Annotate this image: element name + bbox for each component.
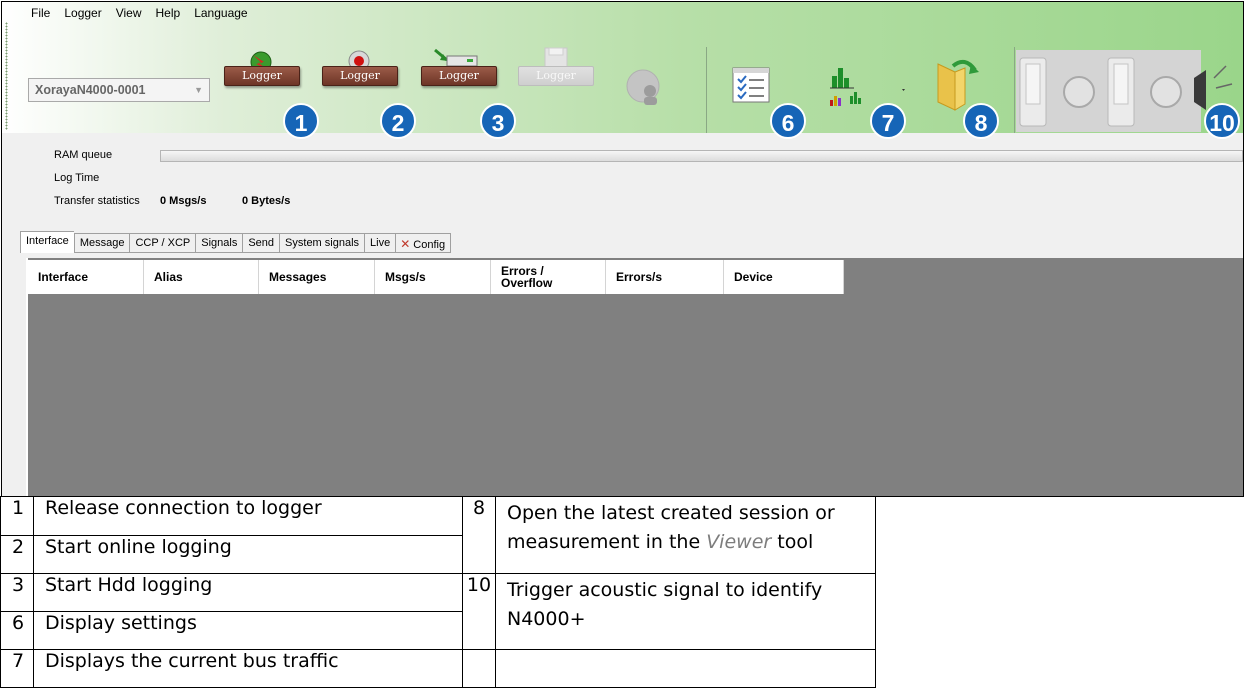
badge-8: 8 — [963, 103, 999, 139]
legend-number: 2 — [0, 535, 34, 574]
legend-number: 8 — [462, 496, 496, 574]
logger-application-window: File Logger View Help Language XorayaN40… — [1, 1, 1244, 497]
badge-1: 1 — [283, 103, 319, 139]
tab-ccp-xcp[interactable]: CCP / XCP — [129, 233, 196, 253]
legend-description: Start Hdd logging — [33, 573, 463, 612]
toolbar-separator — [706, 47, 707, 133]
grid-header: Interface Alias Messages Msgs/s Errors /… — [28, 260, 844, 294]
device-led-icon[interactable] — [1016, 50, 1201, 132]
legend-number: 10 — [462, 573, 496, 650]
legend-empty-cell — [462, 649, 496, 688]
tab-message[interactable]: Message — [73, 233, 130, 253]
column-errors-overflow[interactable]: Errors / Overflow — [491, 260, 606, 294]
badge-7: 7 — [870, 103, 906, 139]
legend-description: Display settings — [33, 611, 463, 650]
device-select[interactable]: XorayaN4000-0001 ▼ — [28, 78, 210, 102]
menu-bar: File Logger View Help Language — [24, 4, 255, 26]
tab-config[interactable]: ✕ Config — [395, 233, 452, 253]
menu-view[interactable]: View — [109, 4, 149, 26]
legend-empty-cell — [495, 649, 876, 688]
column-messages[interactable]: Messages — [259, 260, 375, 294]
legend-description: Open the latest created session or measu… — [495, 496, 876, 574]
badge-2: 2 — [380, 103, 416, 139]
legend-number: 7 — [0, 649, 34, 688]
toolbar-grip[interactable] — [5, 22, 8, 130]
logger-button-disabled[interactable]: Logger — [518, 47, 594, 86]
tab-strip: Interface Message CCP / XCP Signals Send… — [20, 231, 452, 253]
tab-live[interactable]: Live — [364, 233, 396, 253]
ram-queue-label: RAM queue — [54, 149, 113, 161]
legend-description: Release connection to logger — [33, 496, 463, 536]
checklist-icon[interactable] — [731, 66, 773, 106]
user-globe-icon[interactable] — [624, 68, 664, 108]
tools-icon: ✕ — [400, 237, 411, 251]
logger-plate: Logger — [421, 66, 497, 86]
start-online-logging-button[interactable]: Logger — [322, 50, 398, 86]
menu-file[interactable]: File — [24, 4, 57, 26]
legend-number: 1 — [0, 496, 34, 536]
column-errors-per-s[interactable]: Errors/s — [606, 260, 724, 294]
legend-number: 3 — [0, 573, 34, 612]
badge-10: 10 — [1204, 103, 1240, 139]
ram-queue-progress — [160, 150, 1243, 162]
release-connection-button[interactable]: Logger — [224, 51, 300, 86]
tab-config-label: Config — [413, 239, 446, 251]
bytes-rate-value: 0 Bytes/s — [242, 195, 291, 207]
logger-plate: Logger — [322, 66, 398, 86]
legend-description: Trigger acoustic signal to identify N400… — [495, 573, 876, 650]
device-select-value: XorayaN4000-0001 — [35, 83, 146, 97]
menu-help[interactable]: Help — [149, 4, 188, 26]
chevron-down-icon: ▼ — [194, 85, 203, 95]
transfer-statistics-label: Transfer statistics — [54, 195, 140, 207]
column-msgs-per-s[interactable]: Msgs/s — [375, 260, 491, 294]
tab-signals[interactable]: Signals — [195, 233, 243, 253]
msgs-rate-value: 0 Msgs/s — [160, 195, 207, 207]
badge-3: 3 — [480, 103, 516, 139]
log-time-label: Log Time — [54, 172, 100, 184]
legend-description: Displays the current bus traffic — [33, 649, 463, 688]
start-hdd-logging-button[interactable]: Logger — [421, 48, 497, 86]
tab-interface[interactable]: Interface — [20, 231, 74, 253]
tab-system-signals[interactable]: System signals — [279, 233, 365, 253]
tab-send[interactable]: Send — [242, 233, 280, 253]
column-interface[interactable]: Interface — [28, 260, 144, 294]
column-alias[interactable]: Alias — [144, 260, 259, 294]
menu-logger[interactable]: Logger — [57, 4, 108, 26]
logger-plate: Logger — [224, 66, 300, 86]
menu-language[interactable]: Language — [187, 4, 254, 26]
column-device[interactable]: Device — [724, 260, 844, 294]
toolbar-separator — [1014, 47, 1015, 133]
viewer-tool-name: Viewer — [706, 531, 772, 553]
legend-table: 1 Release connection to logger 8 Open th… — [0, 496, 876, 688]
legend-description: Start online logging — [33, 535, 463, 574]
bar-chart-icon[interactable] — [824, 62, 914, 108]
logger-plate: Logger — [518, 66, 594, 86]
badge-6: 6 — [770, 103, 806, 139]
legend-number: 6 — [0, 611, 34, 650]
toolbar-area: File Logger View Help Language XorayaN40… — [2, 2, 1243, 139]
